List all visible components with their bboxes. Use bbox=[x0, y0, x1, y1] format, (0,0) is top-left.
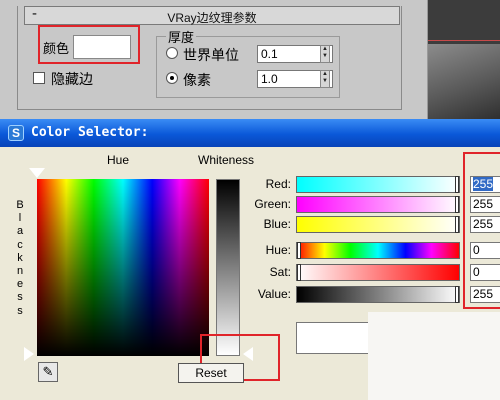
spinner-arrows-icon[interactable]: ▲ ▼ bbox=[320, 70, 330, 88]
slider-knob[interactable] bbox=[455, 176, 459, 193]
viewport-plane bbox=[428, 44, 500, 120]
viewport-grid-line bbox=[428, 40, 500, 41]
highlight-box-values bbox=[463, 152, 500, 309]
hue-slider[interactable] bbox=[296, 242, 460, 259]
eyedropper-icon[interactable]: ✎ bbox=[38, 362, 58, 382]
whiteness-label: Whiteness bbox=[198, 153, 255, 167]
hue-pointer-icon[interactable] bbox=[28, 167, 46, 178]
blue-label: Blue: bbox=[263, 217, 291, 231]
thickness-title: 厚度 bbox=[166, 27, 197, 46]
hue-blackness-picker[interactable] bbox=[37, 179, 209, 356]
hue-label: Hue bbox=[107, 153, 130, 167]
red-label: Red: bbox=[265, 177, 291, 191]
slider-knob[interactable] bbox=[297, 242, 301, 259]
viewport-preview bbox=[428, 0, 500, 120]
app-icon: S bbox=[8, 125, 24, 141]
rollout-header[interactable]: - VRay边纹理参数 bbox=[24, 5, 400, 25]
spinner-arrows-icon[interactable]: ▲ ▼ bbox=[320, 45, 330, 63]
watermark-shape bbox=[368, 312, 500, 400]
pixels-radio[interactable] bbox=[166, 72, 178, 84]
value-label: Value: bbox=[257, 287, 291, 301]
slider-knob[interactable] bbox=[297, 264, 301, 281]
sat-label: Sat: bbox=[269, 265, 291, 279]
title-bar[interactable]: S Color Selector: bbox=[0, 119, 500, 147]
green-label: Green: bbox=[254, 197, 291, 211]
color-preview bbox=[296, 322, 375, 354]
slider-knob[interactable] bbox=[455, 216, 459, 233]
vray-edge-tex-rollout: - VRay边纹理参数 颜色 隐藏边 厚度 世界单位 0.1 ▲ ▼ 像素 1.0… bbox=[0, 0, 428, 120]
green-slider[interactable] bbox=[296, 196, 460, 213]
pixels-label: 像素 bbox=[183, 72, 211, 88]
blue-slider[interactable] bbox=[296, 216, 460, 233]
hide-edges-label: 隐藏边 bbox=[51, 71, 93, 87]
screenshot-root: - VRay边纹理参数 颜色 隐藏边 厚度 世界单位 0.1 ▲ ▼ 像素 1.0… bbox=[0, 0, 500, 400]
slider-knob[interactable] bbox=[455, 196, 459, 213]
red-slider[interactable] bbox=[296, 176, 460, 193]
world-units-label: 世界单位 bbox=[183, 47, 239, 63]
slider-knob[interactable] bbox=[455, 286, 459, 303]
world-units-radio[interactable] bbox=[166, 47, 178, 59]
blackness-pointer-icon[interactable] bbox=[24, 347, 34, 361]
sat-slider[interactable] bbox=[296, 264, 460, 281]
rollout-title: VRay边纹理参数 bbox=[167, 11, 257, 25]
hide-edges-checkbox[interactable] bbox=[33, 72, 45, 84]
blackness-label: Blackness bbox=[16, 199, 24, 317]
hue-row-label: Hue: bbox=[265, 243, 291, 257]
highlight-box-color bbox=[38, 25, 140, 64]
value-slider[interactable] bbox=[296, 286, 460, 303]
window-title: Color Selector: bbox=[31, 125, 149, 140]
reset-button[interactable]: Reset bbox=[178, 363, 244, 383]
